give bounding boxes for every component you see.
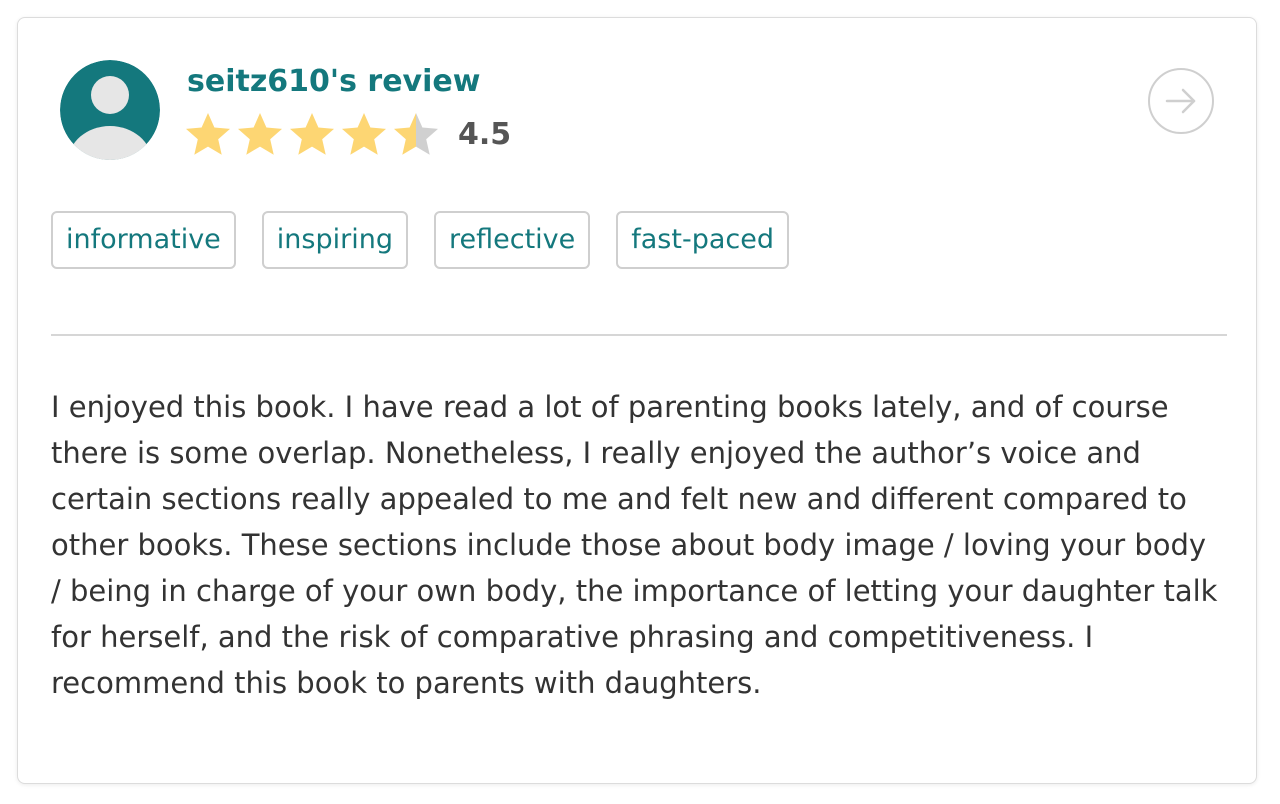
star-icon (186, 113, 230, 155)
tag-inspiring[interactable]: inspiring (261, 211, 408, 269)
star-icon (394, 113, 438, 155)
user-avatar-icon[interactable] (60, 60, 160, 160)
arrow-right-icon (1165, 88, 1196, 114)
star-icon (290, 113, 334, 155)
review-body: I enjoyed this book. I have read a lot o… (51, 390, 1218, 700)
star-rating: 4.5 (182, 110, 511, 160)
review-card: seitz610's review 4.5 informative inspir… (17, 17, 1257, 784)
divider (51, 334, 1227, 336)
review-title[interactable]: seitz610's review (187, 60, 480, 104)
mood-tags: informative inspiring reflective fast-pa… (51, 211, 789, 269)
star-icon (238, 113, 282, 155)
tag-informative[interactable]: informative (51, 211, 236, 269)
next-review-button[interactable] (1148, 68, 1214, 134)
star-icon (342, 113, 386, 155)
tag-fast-paced[interactable]: fast-paced (616, 211, 789, 269)
tag-reflective[interactable]: reflective (433, 211, 591, 269)
rating-value: 4.5 (458, 117, 512, 152)
